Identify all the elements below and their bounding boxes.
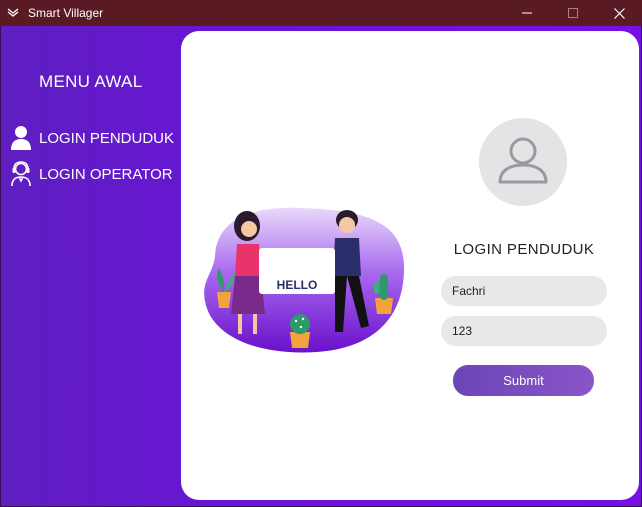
title-bar[interactable]: Smart Villager bbox=[0, 0, 642, 26]
window-title: Smart Villager bbox=[28, 6, 104, 20]
sidebar-item-label: LOGIN PENDUDUK bbox=[39, 129, 175, 147]
username-input[interactable] bbox=[441, 276, 607, 306]
hello-illustration: HELLO bbox=[197, 196, 411, 356]
avatar-placeholder-icon bbox=[495, 134, 551, 191]
maximize-icon[interactable] bbox=[550, 0, 596, 26]
login-panel: HELLO LOGIN PENDUDUK Submit bbox=[181, 31, 639, 500]
operator-icon bbox=[9, 161, 33, 187]
user-icon bbox=[9, 125, 33, 151]
avatar bbox=[479, 118, 567, 206]
minimize-icon[interactable] bbox=[504, 0, 550, 26]
sign-text: HELLO bbox=[276, 278, 318, 292]
window-controls bbox=[504, 0, 642, 26]
sidebar-title: MENU AWAL bbox=[39, 72, 143, 91]
submit-button[interactable]: Submit bbox=[453, 365, 594, 396]
app-icon bbox=[6, 6, 20, 20]
sidebar-item-label: LOGIN OPERATOR bbox=[39, 165, 173, 183]
sidebar-item-login-penduduk[interactable]: LOGIN PENDUDUK bbox=[9, 124, 174, 152]
main-window: MENU AWAL LOGIN PENDUDUK LOGIN OPERATOR bbox=[0, 26, 642, 507]
password-input[interactable] bbox=[441, 316, 607, 346]
sidebar-item-login-operator[interactable]: LOGIN OPERATOR bbox=[9, 160, 173, 188]
form-title: LOGIN PENDUDUK bbox=[453, 241, 595, 258]
close-icon[interactable] bbox=[596, 0, 642, 26]
